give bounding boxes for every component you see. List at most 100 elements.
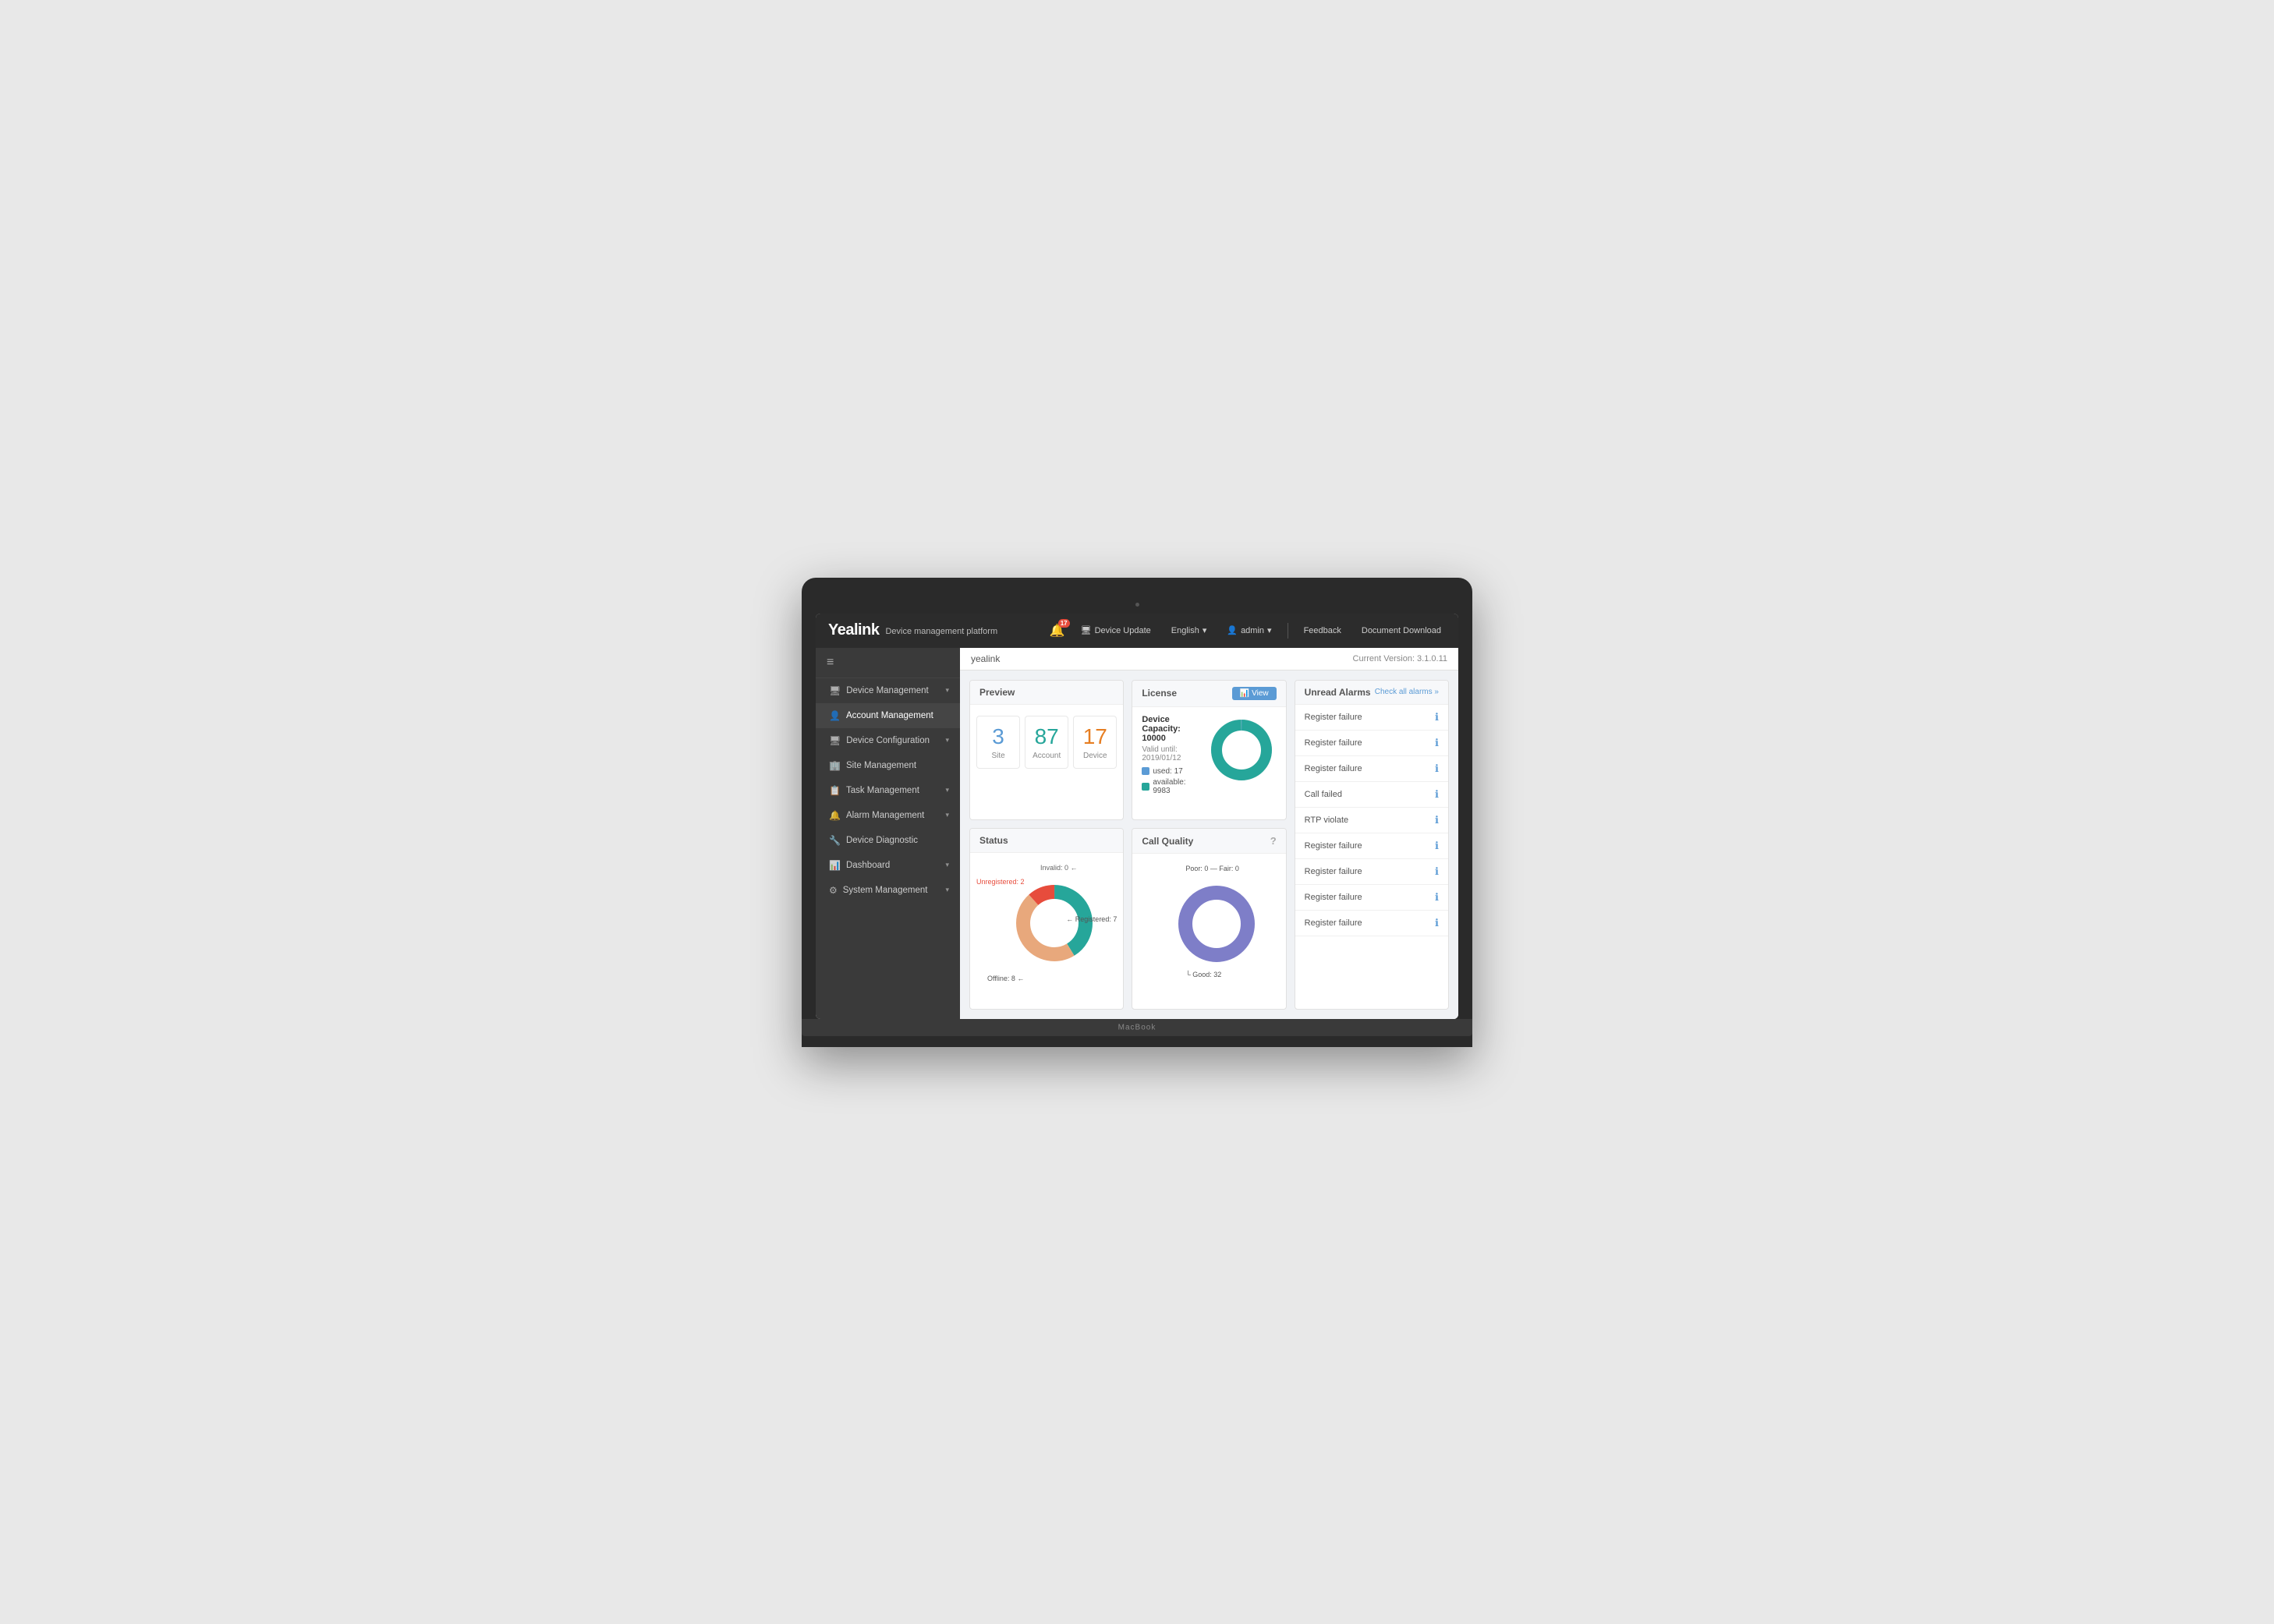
alarm-item[interactable]: Register failureℹ: [1295, 705, 1448, 731]
device-diagnostic-icon: 🔧: [829, 835, 841, 846]
alarms-list: Register failureℹRegister failureℹRegist…: [1295, 705, 1448, 936]
brand: Yealink Device management platform: [828, 621, 997, 639]
account-count: 87: [1032, 724, 1061, 749]
quality-card-header: Call Quality ?: [1132, 829, 1285, 854]
alarm-item[interactable]: Register failureℹ: [1295, 911, 1448, 936]
dashboard-icon: 📊: [829, 860, 841, 871]
alarm-info-icon[interactable]: ℹ: [1435, 762, 1439, 775]
site-stat[interactable]: 3 Site: [976, 716, 1020, 769]
dashboard-chevron-icon: ▾: [945, 861, 949, 869]
account-stat[interactable]: 87 Account: [1025, 716, 1068, 769]
alarm-item[interactable]: RTP violateℹ: [1295, 808, 1448, 833]
alarm-info-icon[interactable]: ℹ: [1435, 737, 1439, 749]
sidebar-label-device-diagnostic: Device Diagnostic: [846, 836, 949, 845]
status-donut-svg: [1008, 876, 1101, 970]
license-title: License: [1142, 688, 1177, 699]
alarm-text: Register failure: [1305, 764, 1362, 773]
poor-label: Poor: 0 — Fair: 0: [1185, 865, 1239, 872]
navbar: Yealink Device management platform 🔔 17 …: [816, 614, 1458, 648]
used-dot: [1142, 767, 1149, 775]
sidebar-item-task-management[interactable]: 📋 Task Management ▾: [816, 778, 960, 803]
alarm-item[interactable]: Register failure ℹ: [1295, 833, 1448, 859]
check-alarms-link[interactable]: Check all alarms »: [1375, 688, 1439, 696]
brand-name: Yealink: [828, 621, 879, 639]
task-management-icon: 📋: [829, 785, 841, 796]
account-management-icon: 👤: [829, 710, 841, 721]
used-label: used: 17: [1153, 767, 1182, 776]
chevron-right-icon: ▾: [945, 736, 949, 745]
sidebar-item-account-management[interactable]: 👤 Account Management: [816, 703, 960, 728]
language-btn[interactable]: English ▾: [1167, 622, 1212, 639]
notification-bell[interactable]: 🔔 17: [1050, 623, 1065, 639]
preview-card-header: Preview: [970, 681, 1123, 705]
device-configuration-icon: 🖥: [829, 735, 841, 746]
sidebar-label-device-management: Device Management: [846, 686, 945, 695]
document-download-label: Document Download: [1362, 626, 1441, 635]
sidebar-label-dashboard: Dashboard: [846, 861, 946, 870]
sidebar-item-device-management[interactable]: 🖥 Device Management ▾: [816, 678, 960, 703]
laptop-bottom: [802, 1036, 1472, 1047]
alarm-item[interactable]: Register failureℹ: [1295, 885, 1448, 911]
sidebar-item-site-management[interactable]: 🏢 Site Management: [816, 753, 960, 778]
device-label: Device: [1080, 752, 1110, 760]
feedback-btn[interactable]: Feedback: [1299, 623, 1346, 639]
alarm-info-icon[interactable]: ℹ: [1435, 711, 1439, 724]
alarm-chevron-icon: ▾: [945, 811, 949, 819]
license-capacity: Device Capacity: 10000: [1142, 715, 1198, 743]
alarm-item[interactable]: Call failedℹ: [1295, 782, 1448, 808]
quality-body: Poor: 0 — Fair: 0 └ Good: 32: [1132, 854, 1285, 994]
alarm-text: Register failure: [1305, 841, 1362, 851]
device-update-btn[interactable]: 🖥 Device Update: [1076, 622, 1156, 639]
alarm-info-icon[interactable]: ℹ: [1435, 917, 1439, 929]
main-area: ≡ 🖥 Device Management ▾ 👤 Account Manage…: [816, 648, 1458, 1019]
document-download-btn[interactable]: Document Download: [1357, 623, 1446, 639]
admin-label: admin: [1241, 626, 1264, 635]
sidebar-toggle[interactable]: ≡: [816, 648, 960, 678]
device-stat[interactable]: 17 Device: [1073, 716, 1117, 769]
dashboard: Preview 3 Site 87 Account: [960, 670, 1458, 1019]
system-management-icon: ⚙: [829, 885, 838, 896]
breadcrumb: yealink: [971, 653, 1000, 664]
sidebar-item-dashboard[interactable]: 📊 Dashboard ▾: [816, 853, 960, 878]
alarm-info-icon[interactable]: ℹ: [1435, 788, 1439, 801]
alarm-info-icon[interactable]: ℹ: [1435, 840, 1439, 852]
sidebar-item-alarm-management[interactable]: 🔔 Alarm Management ▾: [816, 803, 960, 828]
sidebar: ≡ 🖥 Device Management ▾ 👤 Account Manage…: [816, 648, 960, 1019]
alarm-info-icon[interactable]: ℹ: [1435, 865, 1439, 878]
good-label: └ Good: 32: [1185, 971, 1221, 978]
license-card-header: License 📊 View: [1132, 681, 1285, 707]
admin-btn[interactable]: 👤 admin ▾: [1222, 622, 1276, 639]
site-management-icon: 🏢: [829, 760, 841, 771]
view-button[interactable]: 📊 View: [1232, 687, 1277, 700]
navbar-actions: 🔔 17 🖥 Device Update English ▾ 👤 admin: [1050, 622, 1446, 639]
alarm-item[interactable]: Register failure ℹ: [1295, 756, 1448, 782]
system-chevron-icon: ▾: [945, 886, 949, 894]
site-label: Site: [983, 752, 1013, 760]
alarms-title: Unread Alarms: [1305, 687, 1371, 698]
laptop-screen: Yealink Device management platform 🔔 17 …: [816, 614, 1458, 1019]
used-legend: used: 17: [1142, 767, 1198, 776]
sidebar-item-system-management[interactable]: ⚙ System Management ▾: [816, 878, 960, 903]
alarm-info-icon[interactable]: ℹ: [1435, 814, 1439, 826]
available-label: available: 9983: [1153, 778, 1198, 795]
license-valid: Valid until: 2019/01/12: [1142, 745, 1198, 762]
quality-help-icon[interactable]: ?: [1270, 835, 1277, 847]
view-label: View: [1252, 689, 1269, 698]
alarm-item[interactable]: Register failureℹ: [1295, 731, 1448, 756]
task-chevron-icon: ▾: [945, 786, 949, 794]
license-donut: [1206, 715, 1277, 785]
license-card: License 📊 View Device Capacity: 10000 Va…: [1132, 680, 1286, 821]
alarm-item[interactable]: Register failureℹ: [1295, 859, 1448, 885]
invalid-label: Invalid: 0 ←: [1040, 864, 1078, 872]
alarm-info-icon[interactable]: ℹ: [1435, 891, 1439, 904]
site-count: 3: [983, 724, 1013, 749]
offline-label: Offline: 8 ←: [987, 975, 1024, 982]
status-card-header: Status: [970, 829, 1123, 853]
sidebar-item-device-diagnostic[interactable]: 🔧 Device Diagnostic: [816, 828, 960, 853]
sidebar-item-device-configuration[interactable]: 🖥 Device Configuration ▾: [816, 728, 960, 753]
alarms-header: Unread Alarms Check all alarms »: [1295, 681, 1448, 705]
quality-donut-svg: [1170, 877, 1263, 971]
quality-donut-container: Poor: 0 — Fair: 0 └ Good: 32: [1139, 862, 1279, 986]
device-count: 17: [1080, 724, 1110, 749]
alarms-card: Unread Alarms Check all alarms » Registe…: [1295, 680, 1449, 1010]
